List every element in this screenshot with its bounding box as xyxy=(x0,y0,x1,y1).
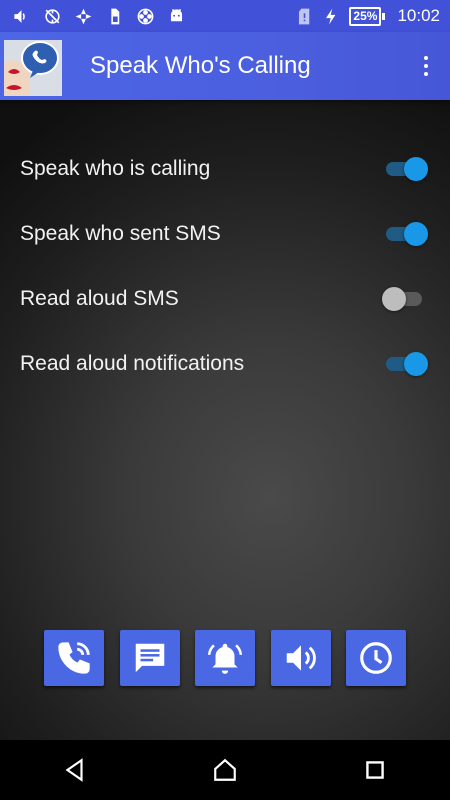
sd-card-alert-icon xyxy=(295,7,314,26)
message-icon xyxy=(135,643,164,673)
home-icon xyxy=(214,758,236,781)
setting-label: Speak who sent SMS xyxy=(20,222,221,245)
clock-icon xyxy=(360,642,392,674)
speaker-icon xyxy=(286,645,316,671)
setting-label: Read aloud SMS xyxy=(20,287,179,310)
schedule-button[interactable] xyxy=(346,630,406,686)
speak-sms-sender-switch[interactable] xyxy=(384,221,428,247)
setting-row-speak-caller[interactable]: Speak who is calling xyxy=(0,144,450,194)
android-icon xyxy=(167,7,186,26)
status-bar: 25% 10:02 xyxy=(0,0,450,32)
back-triangle-icon xyxy=(65,758,83,782)
volume-button[interactable] xyxy=(270,630,331,686)
back-button[interactable] xyxy=(45,740,105,800)
navigation-bar xyxy=(0,740,450,800)
setting-row-read-notifications[interactable]: Read aloud notifications xyxy=(0,339,450,389)
battery-percent: 25% xyxy=(349,6,382,26)
app-title: Speak Who's Calling xyxy=(90,52,311,79)
volume-icon xyxy=(12,7,31,26)
sync-off-icon xyxy=(43,7,62,26)
setting-row-read-sms[interactable]: Read aloud SMS xyxy=(0,274,450,324)
home-button[interactable] xyxy=(195,740,255,800)
setting-label: Read aloud notifications xyxy=(20,352,245,375)
vpn-icon xyxy=(74,7,93,26)
recents-button[interactable] xyxy=(345,740,405,800)
more-vert-icon[interactable] xyxy=(406,46,446,86)
app-logo xyxy=(0,32,66,100)
sim-icon xyxy=(105,7,124,26)
settings-panel: Speak who is calling Speak who sent SMS … xyxy=(0,100,450,740)
action-bar xyxy=(44,630,406,686)
clock: 10:02 xyxy=(397,6,440,25)
setting-label: Speak who is calling xyxy=(20,157,211,180)
sms-button[interactable] xyxy=(119,630,180,686)
battery-indicator: 25% xyxy=(349,6,386,26)
charging-icon xyxy=(322,7,341,26)
read-notifications-switch[interactable] xyxy=(384,351,428,377)
phone-ring-icon xyxy=(58,642,90,674)
app-bar: Speak Who's Calling xyxy=(0,32,450,100)
recents-square-icon xyxy=(366,761,384,779)
setting-row-speak-sms-sender[interactable]: Speak who sent SMS xyxy=(0,209,450,259)
speak-caller-switch[interactable] xyxy=(384,156,428,182)
notifications-button[interactable] xyxy=(195,630,255,686)
calls-button[interactable] xyxy=(44,630,104,686)
bell-ring-icon xyxy=(207,643,243,674)
film-reel-icon xyxy=(136,7,155,26)
read-sms-switch[interactable] xyxy=(382,286,426,312)
